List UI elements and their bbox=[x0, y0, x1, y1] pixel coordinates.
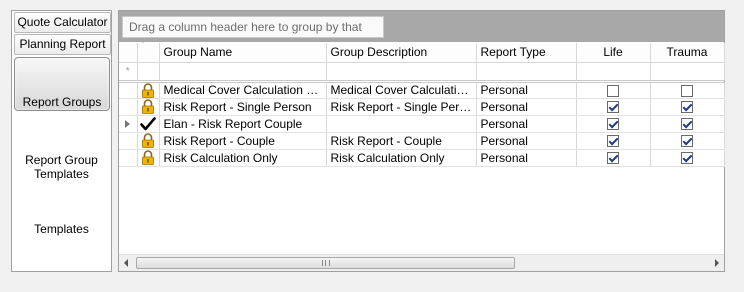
cell-trauma-checkbox-cell bbox=[650, 149, 725, 167]
cell-life-checkbox[interactable] bbox=[607, 152, 619, 165]
scrollbar-thumb[interactable] bbox=[136, 257, 515, 269]
cell-life-checkbox-cell bbox=[576, 98, 651, 116]
cell-group-description[interactable]: Medical Cover Calculation Only bbox=[326, 81, 477, 99]
cell-trauma-checkbox-cell bbox=[650, 132, 725, 150]
cell-group-description[interactable]: Risk Report - Single Person bbox=[326, 98, 477, 116]
table-row[interactable]: Elan - Risk Report Couple Personal bbox=[119, 115, 725, 133]
row-indicator[interactable] bbox=[119, 132, 138, 150]
table-row[interactable]: Medical Cover Calculation Only Medical Co… bbox=[119, 81, 725, 99]
cell-report-type[interactable]: Personal bbox=[476, 98, 577, 116]
cell-report-type[interactable]: Personal bbox=[476, 132, 577, 150]
cell-life-checkbox[interactable] bbox=[607, 101, 619, 114]
navigation-panel: Quote Calculator Planning Report Report … bbox=[11, 10, 112, 272]
scroll-right-icon[interactable] bbox=[715, 259, 719, 267]
column-header-trauma[interactable]: Trauma bbox=[650, 43, 725, 63]
nav-item-report-group-templates[interactable]: Report Group Templates bbox=[12, 153, 111, 181]
cell-report-type[interactable]: Personal bbox=[476, 81, 577, 99]
report-groups-table: Group Name Group Description Report Type… bbox=[119, 43, 725, 167]
cell-group-description[interactable] bbox=[326, 115, 477, 133]
group-by-hint: Drag a column header here to group by th… bbox=[122, 16, 384, 54]
cell-group-name[interactable]: Risk Report - Couple bbox=[159, 132, 327, 150]
row-status-cell bbox=[137, 149, 160, 167]
row-indicator[interactable] bbox=[119, 115, 138, 133]
column-header-report-type[interactable]: Report Type bbox=[476, 43, 577, 63]
cell-group-name[interactable]: Elan - Risk Report Couple bbox=[159, 115, 327, 133]
cell-trauma-checkbox-cell bbox=[650, 115, 725, 133]
new-row[interactable]: * bbox=[119, 62, 725, 83]
group-by-panel[interactable]: Drag a column header here to group by th… bbox=[119, 11, 724, 54]
cell-trauma-checkbox[interactable] bbox=[681, 152, 693, 165]
checkmark-icon bbox=[140, 116, 156, 130]
cell-report-type[interactable]: Personal bbox=[476, 149, 577, 167]
new-row-marker: * bbox=[125, 65, 130, 77]
lock-icon bbox=[142, 150, 154, 165]
lock-icon bbox=[142, 82, 154, 97]
cell-group-name[interactable]: Risk Report - Single Person bbox=[159, 98, 327, 116]
row-status-cell bbox=[137, 115, 160, 133]
cell-life-checkbox-cell bbox=[576, 81, 651, 99]
cell-trauma-checkbox[interactable] bbox=[681, 84, 693, 97]
table-row[interactable]: Risk Calculation Only Risk Calculation On… bbox=[119, 149, 725, 167]
icon-column-header[interactable] bbox=[137, 43, 160, 63]
cell-group-description[interactable]: Risk Calculation Only bbox=[326, 149, 477, 167]
cell-trauma-checkbox[interactable] bbox=[681, 135, 693, 148]
scrollbar-grip-icon bbox=[322, 260, 330, 266]
cell-life-checkbox-cell bbox=[576, 149, 651, 167]
row-indicator-header bbox=[119, 43, 138, 63]
report-groups-grid-panel: Drag a column header here to group by th… bbox=[118, 10, 725, 272]
column-header-group-name[interactable]: Group Name bbox=[159, 43, 327, 63]
lock-icon bbox=[142, 99, 154, 114]
table-row[interactable]: Risk Report - Couple Risk Report - Couple… bbox=[119, 132, 725, 150]
row-status-cell bbox=[137, 98, 160, 116]
cell-group-description[interactable]: Risk Report - Couple bbox=[326, 132, 477, 150]
scroll-left-icon[interactable] bbox=[124, 259, 128, 267]
tab-planning-report[interactable]: Planning Report bbox=[14, 34, 111, 55]
cell-trauma-checkbox-cell bbox=[650, 81, 725, 99]
cell-life-checkbox[interactable] bbox=[607, 118, 619, 131]
row-indicator[interactable] bbox=[119, 149, 138, 167]
row-status-cell bbox=[137, 81, 160, 99]
cell-life-checkbox-cell bbox=[576, 115, 651, 133]
column-header-life[interactable]: Life bbox=[576, 43, 651, 63]
cell-trauma-checkbox[interactable] bbox=[681, 101, 693, 114]
lock-icon bbox=[142, 133, 154, 148]
column-header-group-description[interactable]: Group Description bbox=[326, 43, 477, 63]
horizontal-scrollbar[interactable] bbox=[119, 254, 724, 271]
cell-trauma-checkbox[interactable] bbox=[681, 118, 693, 131]
table-row[interactable]: Risk Report - Single Person Risk Report -… bbox=[119, 98, 725, 116]
cell-life-checkbox-cell bbox=[576, 132, 651, 150]
cell-group-name[interactable]: Medical Cover Calculation Only bbox=[159, 81, 327, 99]
cell-life-checkbox[interactable] bbox=[607, 135, 619, 148]
current-row-arrow-icon bbox=[125, 119, 131, 128]
row-indicator[interactable] bbox=[119, 81, 138, 99]
cell-group-name[interactable]: Risk Calculation Only bbox=[159, 149, 327, 167]
tab-quote-calculator[interactable]: Quote Calculator bbox=[14, 12, 111, 33]
nav-item-templates[interactable]: Templates bbox=[12, 222, 111, 236]
cell-trauma-checkbox-cell bbox=[650, 98, 725, 116]
cell-report-type[interactable]: Personal bbox=[476, 115, 577, 133]
cell-life-checkbox[interactable] bbox=[607, 84, 619, 97]
nav-item-report-groups[interactable]: Report Groups bbox=[14, 57, 110, 111]
row-status-cell bbox=[137, 132, 160, 150]
row-indicator[interactable] bbox=[119, 98, 138, 116]
